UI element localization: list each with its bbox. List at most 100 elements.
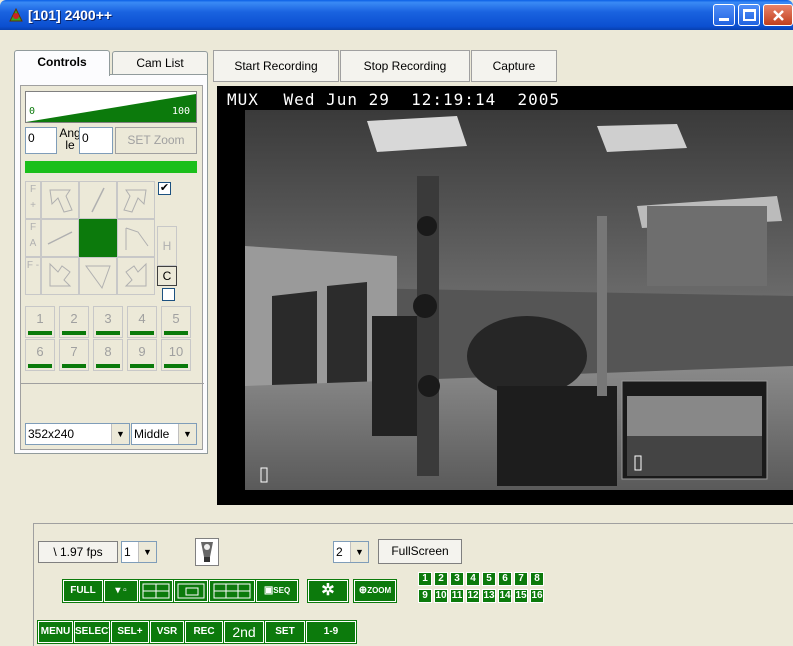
preset-button-9[interactable]: 9 [127, 339, 157, 371]
preset-indicator [62, 331, 86, 335]
layout-grid-button[interactable] [208, 579, 256, 603]
sequence-button[interactable]: ▣SEQ [255, 579, 299, 603]
arrow-down-right-icon [124, 262, 147, 287]
chevron-down-icon: ▼ [178, 424, 196, 444]
preset-button-8[interactable]: 8 [93, 339, 123, 371]
preset-button-1[interactable]: 1 [25, 306, 55, 338]
resolution-select[interactable]: 352x240 ▼ [25, 423, 130, 445]
app-icon [9, 7, 23, 22]
full-button[interactable]: FULL [62, 579, 104, 603]
preset-button-5[interactable]: 5 [161, 306, 191, 338]
channel-button-8[interactable]: 8 [530, 572, 544, 586]
focus-plus-button[interactable]: F + [25, 181, 41, 219]
minimize-button[interactable] [713, 4, 735, 26]
channel-button-2[interactable]: 2 [434, 572, 448, 586]
channel-button-7[interactable]: 7 [514, 572, 528, 586]
channel-button-16[interactable]: 16 [530, 589, 544, 603]
fps-select[interactable]: 1 ▼ [121, 541, 157, 563]
arrow-right-icon [125, 227, 149, 250]
capture-button[interactable]: Capture [471, 50, 557, 82]
pan-down-left-button[interactable] [41, 257, 79, 295]
focus-auto-button[interactable]: F A [25, 219, 41, 257]
pan-left-button[interactable] [41, 219, 79, 257]
channel-button-5[interactable]: 5 [482, 572, 496, 586]
channel-button-6[interactable]: 6 [498, 572, 512, 586]
sequence-label: SEQ [273, 586, 291, 595]
fps-select-value: 1 [124, 545, 131, 559]
tab-controls[interactable]: Controls [14, 50, 110, 76]
meter-max-label: 100 [171, 106, 190, 117]
angle-input-2[interactable]: 0 [79, 127, 113, 154]
ptz-checkbox-bottom[interactable] [162, 288, 175, 301]
close-icon [773, 10, 784, 21]
select-button[interactable]: SELECT [73, 620, 114, 644]
set-button[interactable]: SET [264, 620, 306, 644]
fps-button[interactable]: \ 1.97 fps [38, 541, 118, 563]
pan-up-left-button[interactable] [41, 181, 79, 219]
tab-cam-list[interactable]: Cam List [112, 51, 208, 75]
zoom-label: ZOOM [367, 586, 392, 595]
second-function-button[interactable]: 2nd [223, 620, 265, 644]
c-button[interactable]: C [157, 266, 177, 286]
tilt-down-button[interactable] [79, 257, 117, 295]
angle-input-1[interactable]: 0 [25, 127, 57, 154]
pan-down-right-button[interactable] [117, 257, 155, 295]
resolution-value: 352x240 [28, 427, 75, 441]
preset-button-10[interactable]: 10 [161, 339, 191, 371]
channel-button-4[interactable]: 4 [466, 572, 480, 586]
set-zoom-button[interactable]: SET Zoom [115, 127, 197, 154]
bottom-control-panel: \ 1.97 fps 1 ▼ 2 ▼ FullScreen FULL ▾ ▫ ▣… [33, 523, 793, 646]
camera-feed-image [245, 110, 793, 490]
channel-button-1[interactable]: 1 [418, 572, 432, 586]
fullscreen-button[interactable]: FullScreen [378, 539, 462, 564]
stop-recording-button[interactable]: Stop Recording [340, 50, 470, 82]
channel-button-3[interactable]: 3 [450, 572, 464, 586]
chevron-down-icon: ▼ [350, 542, 368, 562]
osd-datetime: Wed Jun 29 12:19:14 2005 [283, 90, 560, 109]
lightbulb-button[interactable] [195, 538, 219, 566]
arrow-up-icon [91, 187, 105, 213]
tilt-up-button[interactable] [79, 181, 117, 219]
channel-button-10[interactable]: 10 [434, 589, 448, 603]
preset-button-3[interactable]: 3 [93, 306, 123, 338]
h-button[interactable]: H [157, 226, 177, 266]
zoom-meter[interactable]: 0 100 [25, 91, 197, 123]
preset-label: 8 [104, 344, 112, 359]
close-button[interactable] [763, 4, 793, 26]
channels-1-9-button[interactable]: 1-9 [305, 620, 357, 644]
lightbulb-icon [201, 542, 213, 562]
pan-up-right-button[interactable] [117, 181, 155, 219]
maximize-button[interactable] [738, 4, 760, 26]
split-select[interactable]: 2 ▼ [333, 541, 369, 563]
arrow-left-icon [47, 231, 73, 245]
preset-button-7[interactable]: 7 [59, 339, 89, 371]
preset-button-2[interactable]: 2 [59, 306, 89, 338]
ptz-checkbox-top[interactable]: ✔ [158, 182, 171, 195]
layout-pip-button[interactable] [173, 579, 209, 603]
channel-button-12[interactable]: 12 [466, 589, 480, 603]
title-bar[interactable]: [101] 2400++ [0, 0, 793, 30]
zoom-button[interactable]: ⊕ZOOM [353, 579, 397, 603]
snowflake-button[interactable]: ✲ [307, 579, 349, 603]
sel-plus-button[interactable]: SEL+ [110, 620, 150, 644]
channel-button-9[interactable]: 9 [418, 589, 432, 603]
video-view[interactable]: MUX Wed Jun 29 12:19:14 2005 [217, 86, 793, 505]
preset-button-4[interactable]: 4 [127, 306, 157, 338]
channel-button-11[interactable]: 11 [450, 589, 464, 603]
ptz-center-button[interactable] [79, 219, 117, 257]
zoom-icon: ⊕ [358, 585, 368, 596]
pan-right-button[interactable] [117, 219, 155, 257]
focus-minus-button[interactable]: F - [25, 257, 41, 295]
vsr-button[interactable]: VSR [149, 620, 185, 644]
channel-button-15[interactable]: 15 [514, 589, 528, 603]
layout-single-button[interactable]: ▾ ▫ [103, 579, 139, 603]
menu-button[interactable]: MENU [37, 620, 74, 644]
layout-quad-button[interactable] [138, 579, 174, 603]
start-recording-button[interactable]: Start Recording [213, 50, 339, 82]
quality-select[interactable]: Middle ▼ [131, 423, 197, 445]
channel-button-14[interactable]: 14 [498, 589, 512, 603]
channel-button-13[interactable]: 13 [482, 589, 496, 603]
rec-button[interactable]: REC [184, 620, 224, 644]
sequence-icon: ▣ [263, 585, 274, 596]
preset-button-6[interactable]: 6 [25, 339, 55, 371]
